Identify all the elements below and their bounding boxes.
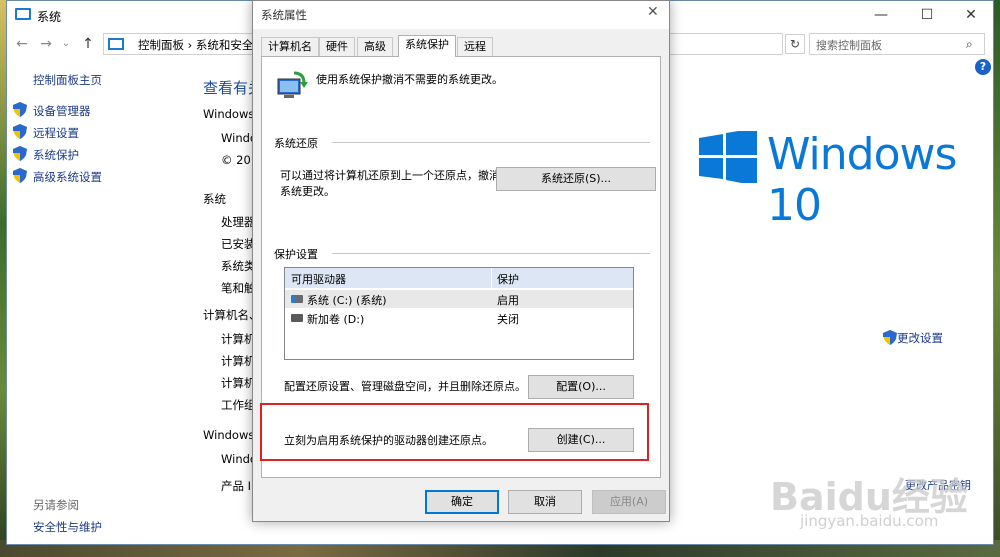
restore-description: 可以通过将计算机还原到上一个还原点，撤消 (280, 169, 500, 182)
security-maintenance-link[interactable]: 安全性与维护 (33, 519, 102, 535)
system-drive-icon (291, 295, 303, 303)
section-divider (332, 142, 650, 143)
address-path[interactable]: 控制面板 › 系统和安全 (138, 37, 253, 53)
workgroup-row: 工作组 (221, 398, 256, 412)
drive-name: 新加卷 (D:) (307, 313, 365, 326)
computer-icon (108, 38, 124, 50)
restore-description-line2: 系统更改。 (280, 185, 335, 198)
baidu-watermark-url: jingyan.baidu.com (800, 512, 939, 530)
sidebar-item-device-manager[interactable]: 设备管理器 (33, 103, 91, 119)
system-row-type: 系统类 (221, 259, 256, 273)
search-input[interactable]: 搜索控制面板 ⌕ (809, 33, 985, 55)
table-row[interactable]: 新加卷 (D:) 关闭 (285, 309, 633, 327)
protection-intro-text: 使用系统保护撤消不需要的系统更改。 (316, 73, 503, 86)
system-row-installed: 已安装 (221, 237, 256, 251)
column-header-protection[interactable]: 保护 (497, 271, 519, 287)
window-title: 系统 (37, 10, 62, 24)
drive-list-header: 可用驱动器 保护 (285, 268, 633, 288)
windows-edition-heading: Windows (203, 107, 255, 121)
system-restore-button[interactable]: 系统还原(S)... (496, 167, 656, 191)
see-also-heading: 另请参阅 (33, 498, 79, 512)
minimize-button[interactable]: — (859, 3, 903, 27)
activation-heading: Windows (203, 428, 255, 442)
computer-row-2: 计算机 (221, 354, 256, 368)
apply-button[interactable]: 应用(A) (592, 490, 666, 514)
protection-settings-section-label: 保护设置 (274, 248, 318, 261)
maximize-button[interactable]: ☐ (905, 3, 949, 27)
sidebar-item-advanced-settings[interactable]: 高级系统设置 (33, 169, 102, 185)
drive-status: 关闭 (497, 313, 519, 326)
tab-remote[interactable]: 远程 (457, 37, 493, 57)
forward-arrow-icon[interactable]: → (37, 35, 55, 53)
tab-computer-name[interactable]: 计算机名 (261, 37, 319, 57)
recent-chevron-icon[interactable]: ⌄ (57, 35, 75, 53)
refresh-icon[interactable]: ↻ (785, 34, 805, 54)
section-divider (332, 253, 650, 254)
column-separator (491, 268, 492, 288)
close-button[interactable]: ✕ (949, 3, 993, 27)
back-arrow-icon[interactable]: ← (13, 35, 31, 53)
system-restore-section-label: 系统还原 (274, 137, 318, 150)
column-header-drive[interactable]: 可用驱动器 (291, 271, 346, 287)
configure-description: 配置还原设置、管理磁盘空间，并且删除还原点。 (284, 380, 526, 393)
dialog-titlebar: 系统属性 ✕ (253, 1, 669, 29)
configure-button[interactable]: 配置(O)... (528, 375, 634, 399)
shield-icon (13, 168, 27, 183)
drive-list[interactable]: 可用驱动器 保护 系统 (C:) (系统) 启用 新加卷 (D:) 关闭 (284, 267, 634, 360)
dialog-close-button[interactable]: ✕ (647, 4, 659, 20)
shield-icon (13, 102, 27, 117)
search-icon[interactable]: ⌕ (966, 37, 973, 52)
change-settings-link[interactable]: 更改设置 (897, 330, 943, 346)
tab-hardware[interactable]: 硬件 (319, 37, 355, 57)
help-icon[interactable]: ? (975, 59, 991, 75)
windows-10-wordmark: Windows 10 (767, 129, 957, 231)
highlight-annotation-box (260, 403, 649, 461)
dialog-title: 系统属性 (261, 8, 307, 22)
sidebar-home-link[interactable]: 控制面板主页 (33, 72, 102, 88)
shield-icon (13, 124, 27, 139)
table-row[interactable]: 系统 (C:) (系统) 启用 (285, 290, 633, 308)
shield-icon (883, 330, 897, 345)
cancel-button[interactable]: 取消 (508, 490, 582, 514)
up-arrow-icon[interactable]: ↑ (79, 35, 97, 53)
computer-row-3: 计算机 (221, 376, 256, 390)
search-placeholder: 搜索控制面板 (816, 39, 882, 52)
drive-status: 启用 (497, 294, 519, 307)
system-row-processor: 处理器 (221, 215, 256, 229)
ok-button[interactable]: 确定 (425, 490, 499, 514)
system-protection-icon (276, 71, 308, 101)
windows-logo-icon (699, 128, 757, 186)
computer-row-1: 计算机 (221, 332, 256, 346)
drive-name: 系统 (C:) (系统) (307, 294, 387, 307)
sidebar-item-remote-settings[interactable]: 远程设置 (33, 125, 79, 141)
shield-icon (13, 146, 27, 161)
system-heading: 系统 (203, 192, 226, 206)
system-row-pen: 笔和触 (221, 281, 256, 295)
computer-icon (15, 8, 31, 20)
drive-icon (291, 314, 303, 322)
tab-system-protection[interactable]: 系统保护 (398, 35, 456, 57)
tab-advanced[interactable]: 高级 (357, 37, 393, 57)
sidebar-item-system-protection[interactable]: 系统保护 (33, 147, 79, 163)
